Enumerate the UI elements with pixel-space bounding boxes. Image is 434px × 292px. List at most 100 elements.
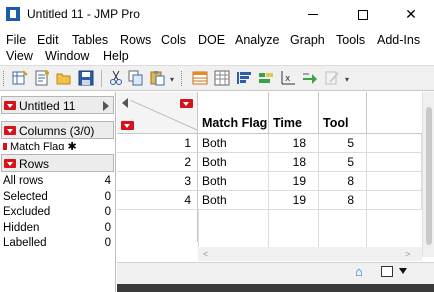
dropdown-icon[interactable] [399,268,407,274]
scroll-left-icon[interactable]: < [203,249,208,259]
table-cell[interactable]: 18 [269,153,319,172]
table-cell-empty[interactable] [367,153,422,172]
close-button[interactable]: ✕ [388,0,434,29]
back-arrow-icon[interactable] [122,98,128,108]
table-cell[interactable]: 18 [269,134,319,153]
column-name: Match Flag [10,141,65,150]
menu-cols[interactable]: Cols [161,33,186,47]
new-data-table-icon[interactable] [12,70,28,86]
toolbar-overflow-icon[interactable]: ▾ [170,75,174,84]
toolbar-grip-2[interactable] [181,71,184,86]
menu-window[interactable]: Window [45,49,89,63]
menu-edit[interactable]: Edit [37,33,59,47]
toolbar-separator [101,70,102,87]
cut-icon[interactable] [108,70,124,86]
red-triangle-menu-icon[interactable] [4,126,16,135]
window-square-icon[interactable] [381,266,393,277]
row-state-label: Hidden [3,221,40,234]
row-number[interactable]: 4 [117,191,198,210]
toolbar-overflow-icon-2[interactable]: ▾ [345,75,349,84]
distribution-icon[interactable] [236,70,252,86]
table-cell[interactable]: Both [198,153,269,172]
scroll-right-icon[interactable]: > [405,249,410,259]
column-header-label: Tool [323,116,349,130]
table-cell-empty[interactable] [367,191,422,210]
column-header-time[interactable]: Time [269,92,319,134]
subset-table-icon[interactable] [214,70,230,86]
minimize-icon [308,14,318,15]
column-header-match-flag[interactable]: Match Flag [198,92,269,134]
graph-builder-icon[interactable] [258,70,274,86]
menu-rows[interactable]: Rows [120,33,151,47]
collapse-triangle-icon[interactable] [103,101,109,111]
grid-line [366,210,367,247]
menu-doe[interactable]: DOE [198,33,225,47]
paste-icon[interactable] [149,70,165,86]
menu-file[interactable]: File [6,33,26,47]
red-triangle-menu-icon[interactable] [4,101,16,110]
toolbar: ▾ x ▾ [0,65,434,91]
column-header-tool[interactable]: Tool [319,92,367,134]
data-grid: Match Flag Time Tool 1 Both 18 5 2 Both … [117,92,434,262]
menu-add-ins[interactable]: Add-Ins [377,33,420,47]
columns-header[interactable]: Columns (3/0) [1,121,114,139]
table-name-header[interactable]: Untitled 11 [1,96,114,114]
menu-view[interactable]: View [6,49,33,63]
row-number[interactable]: 2 [117,153,198,172]
menu-help[interactable]: Help [103,49,129,63]
toolbar-grip[interactable] [3,71,6,86]
table-cell[interactable]: Both [198,191,269,210]
maximize-button[interactable] [340,0,386,29]
row-number[interactable]: 1 [117,134,198,153]
columns-count: Columns (3/0) [19,124,95,138]
red-triangle-menu-icon[interactable] [4,159,16,168]
row-state-value: 4 [104,175,111,187]
horizontal-scrollbar[interactable] [198,247,422,261]
jmp-app-icon [6,7,20,21]
rows-header[interactable]: Rows [1,154,114,172]
menu-bar: File Edit Tables Rows Cols DOE Analyze G… [0,30,434,64]
taskbar-edge [117,284,434,292]
menu-tables[interactable]: Tables [72,33,108,47]
lock-asterisk-icon: ✱ [67,141,77,150]
save-icon[interactable] [78,70,94,86]
table-cell[interactable]: 8 [319,172,367,191]
vertical-scroll-thumb[interactable] [426,107,432,245]
minimize-button[interactable] [290,0,336,29]
new-script-icon[interactable] [34,70,50,86]
column-header-label: Time [273,116,302,130]
menu-analyze[interactable]: Analyze [235,33,279,47]
nominal-column-icon [3,143,7,150]
fit-y-by-x-icon[interactable]: x [280,70,296,86]
table-cell[interactable]: 19 [269,172,319,191]
grid-line [268,210,269,247]
rows-label: Rows [19,157,50,171]
copy-icon[interactable] [128,70,144,86]
table-cell-empty[interactable] [367,172,422,191]
column-header-empty[interactable] [367,92,422,134]
svg-text:x: x [285,74,291,84]
fit-model-icon[interactable] [302,70,318,86]
row-number[interactable]: 3 [117,172,198,191]
home-icon[interactable]: ⌂ [355,264,369,279]
rows-red-triangle-icon[interactable] [121,121,134,130]
row-state-excluded: Excluded 0 [3,205,113,221]
row-state-label: Excluded [3,206,51,218]
menu-tools[interactable]: Tools [336,33,365,47]
row-state-label: Selected [3,190,48,203]
table-panel: Untitled 11 Columns (3/0) Match Flag ✱ R… [0,92,116,292]
row-state-value: 0 [104,206,111,218]
open-folder-icon[interactable] [56,70,72,86]
table-cell[interactable]: 5 [319,134,367,153]
table-cell[interactable]: 19 [269,191,319,210]
table-cell-empty[interactable] [367,134,422,153]
column-item[interactable]: Match Flag ✱ [3,140,113,150]
data-table-icon[interactable] [192,70,208,86]
columns-red-triangle-icon[interactable] [180,99,193,108]
table-name: Untitled 11 [19,99,76,113]
menu-graph[interactable]: Graph [290,33,325,47]
table-cell[interactable]: Both [198,172,269,191]
table-cell[interactable]: Both [198,134,269,153]
table-cell[interactable]: 5 [319,153,367,172]
table-cell[interactable]: 8 [319,191,367,210]
